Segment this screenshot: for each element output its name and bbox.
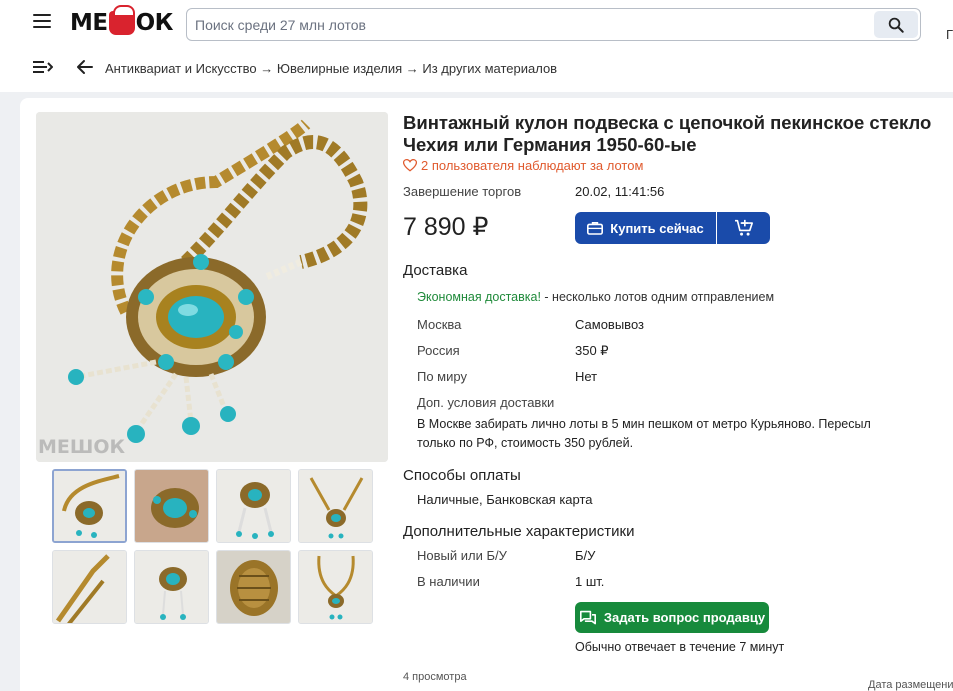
add-to-cart-button[interactable] [717, 212, 770, 244]
condition-value: Б/У [575, 548, 596, 563]
ask-seller-label: Задать вопрос продавцу [603, 610, 766, 625]
delivery-moscow-value: Самовывоз [575, 317, 644, 332]
eco-delivery-rest: - несколько лотов одним отправлением [540, 290, 775, 304]
condition-label: Новый или Б/У [417, 548, 507, 563]
search-input[interactable] [195, 15, 835, 35]
thumbnail-image [299, 551, 372, 623]
payment-heading: Способы оплаты [403, 467, 521, 484]
logo-text-left: МЕ [70, 10, 108, 36]
breadcrumb[interactable]: Антиквариат и Искусство → Ювелирные изде… [105, 61, 557, 76]
buy-now-label: Купить сейчас [610, 220, 704, 236]
thumbnail-2[interactable] [134, 469, 209, 543]
thumbnail-3[interactable] [216, 469, 291, 543]
stock-label: В наличии [417, 574, 480, 589]
delivery-moscow-label: Москва [417, 317, 462, 332]
thumbnail-6[interactable] [134, 550, 209, 624]
lot-title: Винтажный кулон подвеска с цепочкой пеки… [403, 112, 932, 155]
site-logo[interactable]: МЕ ОК [70, 5, 174, 38]
logo-text-right: ОК [135, 10, 174, 36]
main-photo[interactable] [36, 112, 388, 462]
thumbnail-image [135, 551, 208, 623]
thumbnail-image [217, 551, 290, 623]
end-value: 20.02, 11:41:56 [575, 184, 665, 199]
chat-icon [579, 610, 596, 624]
thumbnail-image [299, 470, 372, 542]
search-button[interactable] [874, 11, 918, 38]
views-count: 4 просмотра [403, 671, 467, 683]
menu-collapse-icon[interactable] [33, 58, 53, 76]
thumbnail-8[interactable] [298, 550, 373, 624]
delivery-heading: Доставка [403, 262, 468, 279]
stock-value: 1 шт. [575, 574, 605, 589]
thumbnail-1[interactable] [52, 469, 127, 543]
delivery-world-value: Нет [575, 369, 598, 384]
photo-watermark: МЕШОК [38, 436, 126, 458]
price: 7 890 ₽ [403, 213, 489, 241]
delivery-world-label: По миру [417, 369, 467, 384]
ask-seller-button[interactable]: Задать вопрос продавцу [575, 602, 769, 633]
cart-plus-icon [734, 219, 753, 236]
thumbnail-5[interactable] [52, 550, 127, 624]
end-label: Завершение торгов [403, 184, 522, 199]
delivery-extra-label: Доп. условия доставки [417, 395, 555, 410]
briefcase-icon [587, 222, 604, 235]
hamburger-menu-icon[interactable] [33, 14, 51, 32]
thumbnail-image [53, 551, 126, 623]
necklace-image [36, 112, 388, 462]
delivery-russia-value: 350 ₽ [575, 343, 609, 358]
back-arrow-icon[interactable] [76, 58, 94, 76]
search-icon [888, 17, 904, 33]
characteristics-heading: Дополнительные характеристики [403, 523, 635, 540]
delivery-russia-label: Россия [417, 343, 460, 358]
date-added-label: Дата размещени [868, 679, 953, 691]
seller-reply-time: Обычно отвечает в течение 7 минут [575, 640, 785, 654]
header-edge-text: Г [946, 27, 953, 42]
payment-methods: Наличные, Банковская карта [417, 492, 593, 507]
delivery-extra-text: В Москве забирать лично лоты в 5 мин пеш… [417, 417, 871, 450]
buy-now-button[interactable]: Купить сейчас [575, 212, 716, 244]
eco-delivery-text: Экономная доставка! - несколько лотов од… [417, 290, 774, 304]
heart-icon [403, 159, 417, 172]
thumbnail-image [217, 470, 290, 542]
watchers-text: 2 пользователя наблюдают за лотом [421, 158, 644, 173]
search-bar [186, 8, 921, 41]
thumbnail-4[interactable] [298, 469, 373, 543]
logo-sack-icon [108, 5, 135, 35]
thumbnail-image [135, 470, 208, 542]
eco-delivery-link[interactable]: Экономная доставка! [417, 290, 541, 304]
thumbnail-image [54, 471, 125, 541]
thumbnail-7[interactable] [216, 550, 291, 624]
watchers-link[interactable]: 2 пользователя наблюдают за лотом [403, 158, 643, 173]
